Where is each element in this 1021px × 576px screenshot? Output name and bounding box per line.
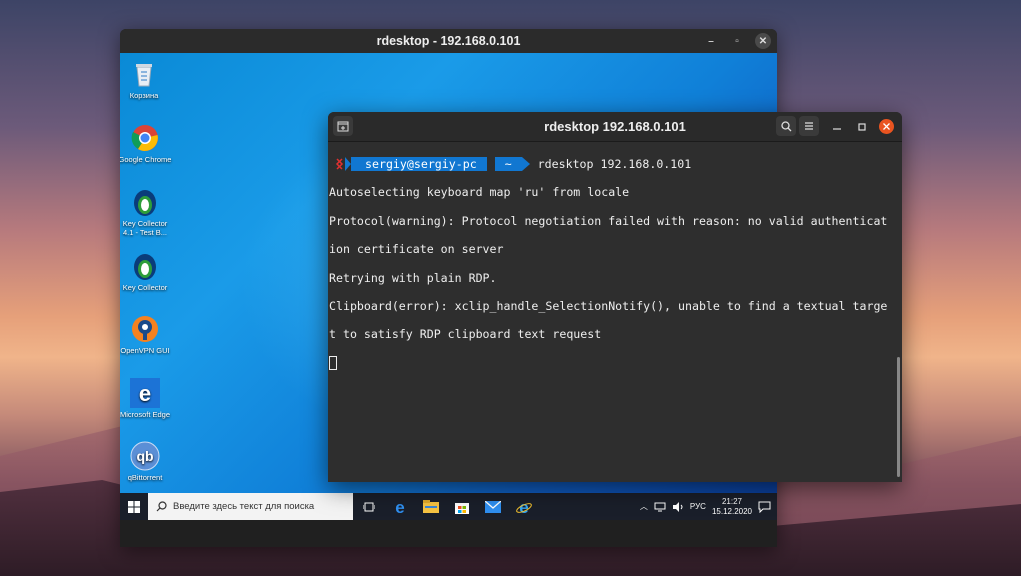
windows-taskbar: Введите здесь текст для поиска e e ︿ РУС…: [120, 493, 777, 520]
desktop-icon-label: Microsoft Edge: [120, 410, 171, 419]
system-tray: ︿ РУС 21:27 15.12.2020: [640, 493, 771, 520]
network-icon[interactable]: [654, 502, 666, 512]
taskbar-store-button[interactable]: [446, 493, 477, 520]
notification-icon[interactable]: [758, 501, 771, 513]
desktop-icon-openvpn[interactable]: OpenVPN GUI: [120, 314, 173, 355]
desktop-icon-edge[interactable]: e Microsoft Edge: [120, 378, 173, 419]
task-view-icon: [362, 502, 375, 511]
svg-text:e: e: [395, 499, 404, 515]
prompt-arrow-icon: [521, 157, 530, 172]
ie-icon: e: [515, 499, 532, 515]
close-button[interactable]: ✕: [755, 33, 771, 49]
new-tab-button[interactable]: [333, 116, 353, 136]
desktop-icon-label: OpenVPN GUI: [120, 346, 170, 355]
openvpn-icon: [130, 314, 160, 344]
desktop-icon-label: Корзина: [129, 91, 159, 100]
windows-logo-icon: [128, 500, 140, 513]
search-placeholder: Введите здесь текст для поиска: [173, 501, 315, 512]
desktop-icon-label: Key Collector: [122, 283, 168, 292]
desktop-icon-qbittorrent[interactable]: qb qBittorrent: [120, 441, 173, 482]
maximize-icon: [857, 122, 866, 131]
terminal-title: rdesktop 192.168.0.101: [544, 119, 686, 134]
output-line: Autoselecting keyboard map 'ru' from loc…: [329, 185, 630, 200]
terminal-maximize-button[interactable]: [854, 119, 869, 134]
desktop-icon-recycle-bin[interactable]: Корзина: [120, 59, 172, 100]
volume-icon[interactable]: [672, 501, 684, 512]
terminal-window: rdesktop 192.168.0.101 sergiy@sergiy-pc ~…: [328, 112, 902, 482]
minimize-button[interactable]: –: [703, 33, 719, 49]
terminal-minimize-button[interactable]: [829, 119, 844, 134]
edge-icon: e: [395, 499, 404, 515]
key-collector-icon: [130, 187, 160, 217]
terminal-search-button[interactable]: [776, 116, 796, 136]
svg-text:qb: qb: [136, 448, 153, 464]
terminal-close-button[interactable]: [879, 119, 894, 134]
output-line: ion certificate on server: [329, 242, 504, 257]
recycle-bin-icon: [129, 59, 159, 89]
prompt-separator-icon: [486, 157, 495, 172]
clock-date: 15.12.2020: [711, 506, 752, 516]
edge-icon: e: [130, 378, 160, 408]
output-line: Retrying with plain RDP.: [329, 270, 497, 285]
minimize-icon: [832, 127, 841, 130]
mail-icon: [484, 500, 501, 513]
desktop-icon-label: qBittorrent: [127, 473, 163, 482]
taskbar-ie-button[interactable]: e: [508, 493, 539, 520]
rdesktop-title: rdesktop - 192.168.0.101: [376, 34, 521, 48]
taskbar-edge-button[interactable]: e: [384, 493, 415, 520]
language-indicator[interactable]: РУС: [690, 502, 706, 511]
terminal-output[interactable]: sergiy@sergiy-pc ~ rdesktop 192.168.0.101 …: [328, 142, 902, 482]
desktop-icon-chrome[interactable]: Google Chrome: [120, 123, 173, 164]
new-tab-icon: [337, 121, 349, 132]
terminal-headerbar[interactable]: rdesktop 192.168.0.101: [328, 112, 902, 142]
hamburger-menu-icon: [805, 122, 813, 130]
maximize-button[interactable]: ▫: [729, 33, 745, 49]
desktop-icon-key-collector[interactable]: Key Collector: [120, 251, 173, 292]
desktop-icon-label: Google Chrome: [120, 155, 172, 164]
chevron-up-icon[interactable]: ︿: [640, 501, 648, 512]
clock-time: 21:27: [721, 496, 742, 506]
shell-prompt: sergiy@sergiy-pc ~ rdesktop 192.168.0.101: [329, 157, 896, 172]
prompt-user: sergiy@sergiy-pc: [351, 157, 487, 172]
output-line: Protocol(warning): Protocol negotiation …: [329, 213, 888, 228]
terminal-scrollbar[interactable]: [897, 357, 900, 477]
rdesktop-window-controls: – ▫ ✕: [703, 33, 771, 49]
taskbar-file-explorer-button[interactable]: [415, 493, 446, 520]
start-button[interactable]: [120, 493, 148, 520]
prompt-status-icon: [329, 157, 351, 172]
key-collector-icon: [130, 251, 160, 281]
taskbar-search-box[interactable]: Введите здесь текст для поиска: [148, 493, 353, 520]
close-icon: [883, 123, 890, 130]
task-view-button[interactable]: [353, 493, 384, 520]
search-icon: [780, 120, 791, 131]
desktop-icon-key-collector-test[interactable]: Key Collector 4.1 - Test B...: [120, 187, 173, 237]
taskbar-mail-button[interactable]: [477, 493, 508, 520]
store-icon: [454, 502, 469, 514]
output-line: Clipboard(error): xclip_handle_Selection…: [329, 299, 888, 314]
chrome-icon: [130, 123, 160, 153]
qbittorrent-icon: qb: [130, 441, 160, 471]
prompt-dir: ~: [494, 157, 522, 172]
search-icon: [156, 501, 167, 512]
rdesktop-titlebar[interactable]: rdesktop - 192.168.0.101 – ▫ ✕: [120, 29, 777, 53]
clock[interactable]: 21:27 15.12.2020: [712, 497, 752, 517]
desktop-icon-label: Key Collector 4.1 - Test B...: [122, 219, 168, 237]
terminal-menu-button[interactable]: [799, 116, 819, 136]
prompt-command: rdesktop 192.168.0.101: [537, 157, 692, 172]
file-explorer-icon: [422, 499, 439, 513]
svg-text:e: e: [139, 381, 151, 406]
output-line: t to satisfy RDP clipboard text request: [329, 327, 602, 342]
terminal-cursor: [329, 355, 337, 370]
